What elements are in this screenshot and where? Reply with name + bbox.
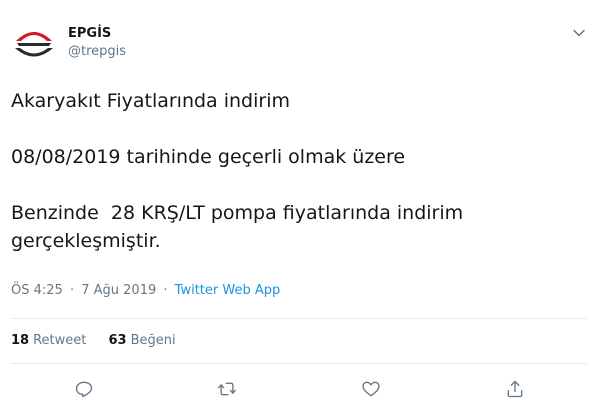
avatar[interactable] xyxy=(11,21,57,67)
tweet-stats: 18 Retweet 63 Beğeni xyxy=(11,333,194,348)
chevron-down-icon[interactable] xyxy=(572,26,588,40)
retweets-label: Retweet xyxy=(33,333,87,348)
retweet-icon xyxy=(218,382,236,396)
tweet-line-2: 08/08/2019 tarihinde geçerli olmak üzere xyxy=(11,146,406,168)
tweet-card: EPGİS @trepgis Akaryakıt Fiyatlarında in… xyxy=(0,0,598,414)
tweet-meta: ÖS 4:25 · 7 Ağu 2019 · Twitter Web App xyxy=(11,283,280,298)
action-bar xyxy=(0,378,598,400)
likes-label: Beğeni xyxy=(130,333,176,348)
divider-bottom xyxy=(11,363,587,364)
tweet-time[interactable]: ÖS 4:25 xyxy=(11,283,63,298)
tweet-text: Akaryakıt Fiyatlarında indirim 08/08/201… xyxy=(11,87,571,255)
reply-icon xyxy=(75,381,93,398)
tweet-date[interactable]: 7 Ağu 2019 xyxy=(81,283,156,298)
divider-top xyxy=(11,318,587,319)
share-icon xyxy=(507,380,523,398)
heart-icon xyxy=(362,381,380,397)
tweet-source-link[interactable]: Twitter Web App xyxy=(175,283,281,298)
like-button[interactable] xyxy=(360,378,382,400)
retweet-button[interactable] xyxy=(216,378,238,400)
meta-separator-2: · xyxy=(163,283,168,298)
retweets-count: 18 xyxy=(11,333,30,348)
share-button[interactable] xyxy=(504,378,526,400)
retweets-stat[interactable]: 18 Retweet xyxy=(11,333,86,348)
account-name[interactable]: EPGİS xyxy=(68,26,111,41)
tweet-line-3: Benzinde 28 KRŞ/LT pompa fiyatlarında in… xyxy=(11,202,464,224)
reply-button[interactable] xyxy=(73,378,95,400)
likes-stat[interactable]: 63 Beğeni xyxy=(109,333,176,348)
likes-count: 63 xyxy=(108,333,127,348)
epgis-logo-icon xyxy=(12,22,56,66)
tweet-line-1: Akaryakıt Fiyatlarında indirim xyxy=(11,90,290,112)
meta-separator: · xyxy=(69,283,75,298)
account-handle[interactable]: @trepgis xyxy=(68,44,126,59)
tweet-line-4: gerçekleşmiştir. xyxy=(11,230,161,252)
